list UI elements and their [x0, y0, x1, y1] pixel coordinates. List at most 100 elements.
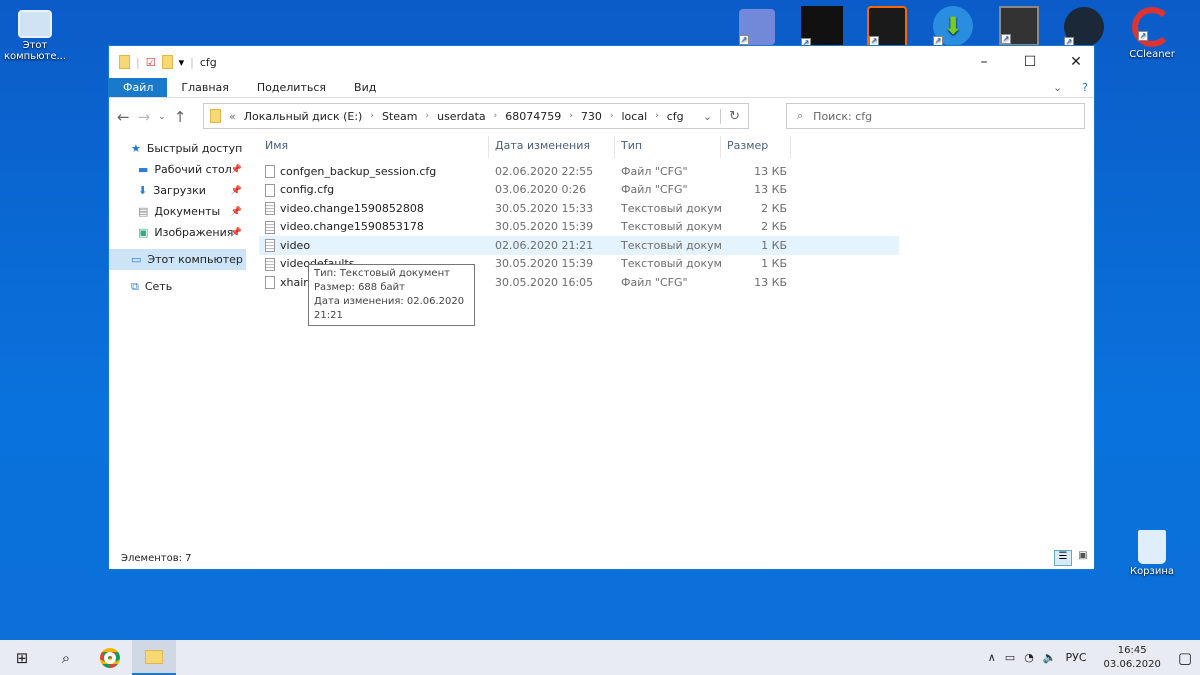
file-row[interactable]: config.cfg 03.06.2020 0:26 Файл "CFG" 13 КБ	[259, 181, 899, 200]
file-row[interactable]: video.change1590853178 30.05.2020 15:39 Те…	[259, 218, 899, 237]
file-size: 13 КБ	[754, 183, 787, 197]
nvidia-icon: ↗	[999, 6, 1039, 46]
folder-icon	[210, 109, 221, 123]
desktop-icon-recycle-bin[interactable]: Корзина	[1117, 530, 1187, 577]
desktop-icon-steam[interactable]: ↗	[1049, 7, 1119, 49]
desktop-icon-faceit[interactable]: ↗	[787, 6, 857, 50]
crumb[interactable]: Локальный диск (E:)	[244, 110, 363, 123]
desktop-icon: ▬	[138, 163, 149, 176]
chevron-right-icon[interactable]: ›	[655, 111, 659, 121]
desktop-icon-label: CCleaner	[1129, 49, 1175, 60]
sidebar-item-this-pc[interactable]: ▭ Этот компьютер	[109, 249, 246, 270]
details-view-button[interactable]: ☰	[1054, 550, 1072, 566]
chevron-right-icon[interactable]: ›	[494, 111, 498, 121]
sidebar-item-documents[interactable]: ▤ Документы 📌	[109, 201, 246, 222]
quick-access-dropdown-icon[interactable]: ▾	[179, 56, 185, 69]
pin-icon[interactable]: 📌	[231, 165, 242, 175]
computer-icon: ▭	[131, 253, 142, 266]
file-size: 1 КБ	[761, 257, 787, 271]
refresh-button[interactable]: ↻	[720, 108, 748, 124]
close-button[interactable]: ✕	[1053, 46, 1099, 78]
address-bar[interactable]: « Локальный диск (E:) › Steam › userdata › …	[203, 103, 749, 129]
file-type: Файл "CFG"	[621, 275, 688, 289]
status-item-count: Элементов: 7	[121, 553, 192, 564]
title-bar: | ☑ ▾ | cfg	[109, 46, 1094, 78]
properties-icon[interactable]: ☑	[146, 56, 156, 69]
address-overflow[interactable]: «	[229, 110, 236, 123]
show-hidden-icons-button[interactable]: ∧	[988, 651, 996, 664]
back-button[interactable]: ←	[117, 108, 130, 126]
chevron-right-icon[interactable]: ›	[610, 111, 614, 121]
file-row[interactable]: video.change1590852808 30.05.2020 15:33 Те…	[259, 199, 899, 218]
wifi-icon[interactable]: ◔	[1024, 651, 1034, 664]
large-icons-view-button[interactable]: ▣	[1075, 550, 1091, 566]
crumb[interactable]: cfg	[667, 110, 684, 123]
start-button[interactable]: ⊞	[0, 640, 44, 675]
desktop-icon-this-pc[interactable]: Этот компьюте...	[0, 10, 70, 62]
help-icon[interactable]: ?	[1076, 78, 1094, 97]
desktop-icon-label: Этот компьюте...	[3, 40, 67, 62]
desktop-icon-nvidia[interactable]: ↗	[984, 6, 1054, 48]
column-type[interactable]: Тип	[615, 136, 721, 158]
file-tooltip: Тип: Текстовый документ Размер: 688 байт…	[308, 264, 475, 326]
chevron-right-icon[interactable]: ›	[425, 111, 429, 121]
file-row[interactable]: confgen_backup_session.cfg 02.06.2020 22:…	[259, 162, 899, 181]
column-size[interactable]: Размер	[721, 136, 791, 158]
maximize-button[interactable]: ☐	[1007, 46, 1053, 78]
tab-view[interactable]: Вид	[340, 78, 390, 97]
file-type: Текстовый докум...	[621, 257, 721, 271]
desktop-icon-discord[interactable]: ↗	[722, 9, 792, 47]
folder-icon	[119, 55, 130, 69]
navigation-pane: ★ Быстрый доступ ▬ Рабочий стол 📌 ⬇ Загрузки…	[109, 138, 246, 297]
tab-home[interactable]: Главная	[167, 78, 243, 97]
up-button[interactable]: ↑	[174, 108, 187, 126]
file-name-text: video.change1590852808	[280, 201, 424, 215]
minimize-button[interactable]: –	[961, 46, 1007, 78]
new-folder-icon[interactable]	[161, 55, 173, 69]
crumb[interactable]: 730	[581, 110, 602, 123]
crumb[interactable]: userdata	[437, 110, 486, 123]
pin-icon[interactable]: 📌	[231, 228, 242, 238]
chrome-taskbar-button[interactable]	[88, 640, 132, 675]
desktop-icon-downloader[interactable]: ⬇ ↗	[918, 6, 988, 48]
file-icon	[265, 183, 275, 197]
sidebar-item-pictures[interactable]: ▣ Изображения 📌	[109, 222, 246, 243]
clock-date: 03.06.2020	[1103, 658, 1161, 670]
download-icon: ⬇	[138, 184, 148, 197]
desktop-icon-label: Корзина	[1129, 566, 1175, 577]
recent-locations-icon[interactable]: ⌄	[158, 112, 166, 122]
crumb[interactable]: local	[622, 110, 648, 123]
text-file-icon	[265, 202, 275, 215]
column-name[interactable]: Имя	[259, 136, 489, 158]
battery-icon[interactable]: ▭	[1005, 651, 1015, 664]
column-date[interactable]: Дата изменения	[489, 136, 615, 158]
tab-file[interactable]: Файл	[109, 78, 168, 97]
language-indicator[interactable]: РУС	[1066, 651, 1087, 664]
explorer-taskbar-button[interactable]	[132, 640, 176, 675]
steam-icon: ↗	[1064, 7, 1104, 47]
desktop-icon-ccleaner[interactable]: ↗ CCleaner	[1117, 7, 1187, 60]
ribbon-expand-icon[interactable]: ⌄	[1039, 78, 1076, 97]
volume-icon[interactable]: 🔈	[1043, 651, 1057, 664]
sidebar-item-desktop[interactable]: ▬ Рабочий стол 📌	[109, 159, 246, 180]
forward-button[interactable]: →	[138, 108, 151, 126]
sidebar-item-network[interactable]: ⧉ Сеть	[109, 276, 246, 297]
search-button[interactable]: ⌕	[44, 640, 88, 675]
search-input[interactable]: ⌕ Поиск: cfg	[786, 103, 1085, 129]
sidebar-item-quick-access[interactable]: ★ Быстрый доступ	[109, 138, 246, 159]
crumb[interactable]: Steam	[382, 110, 418, 123]
crumb[interactable]: 68074759	[505, 110, 561, 123]
pin-icon[interactable]: 📌	[231, 207, 242, 217]
sidebar-item-downloads[interactable]: ⬇ Загрузки 📌	[109, 180, 246, 201]
address-dropdown-icon[interactable]: ⌄	[703, 110, 712, 123]
pin-icon[interactable]: 📌	[231, 186, 242, 196]
tab-share[interactable]: Поделиться	[243, 78, 340, 97]
desktop-icon-faceit-ac[interactable]: ↗	[852, 6, 922, 50]
chevron-right-icon[interactable]: ›	[569, 111, 573, 121]
clock[interactable]: 16:45 03.06.2020	[1096, 644, 1169, 672]
file-row[interactable]: video 02.06.2020 21:21 Текстовый докум... 1…	[259, 236, 899, 255]
notifications-icon[interactable]: ▢	[1178, 649, 1192, 667]
chevron-right-icon[interactable]: ›	[370, 111, 374, 121]
file-date: 02.06.2020 22:55	[495, 164, 594, 178]
file-name-text: xhair	[280, 275, 308, 289]
